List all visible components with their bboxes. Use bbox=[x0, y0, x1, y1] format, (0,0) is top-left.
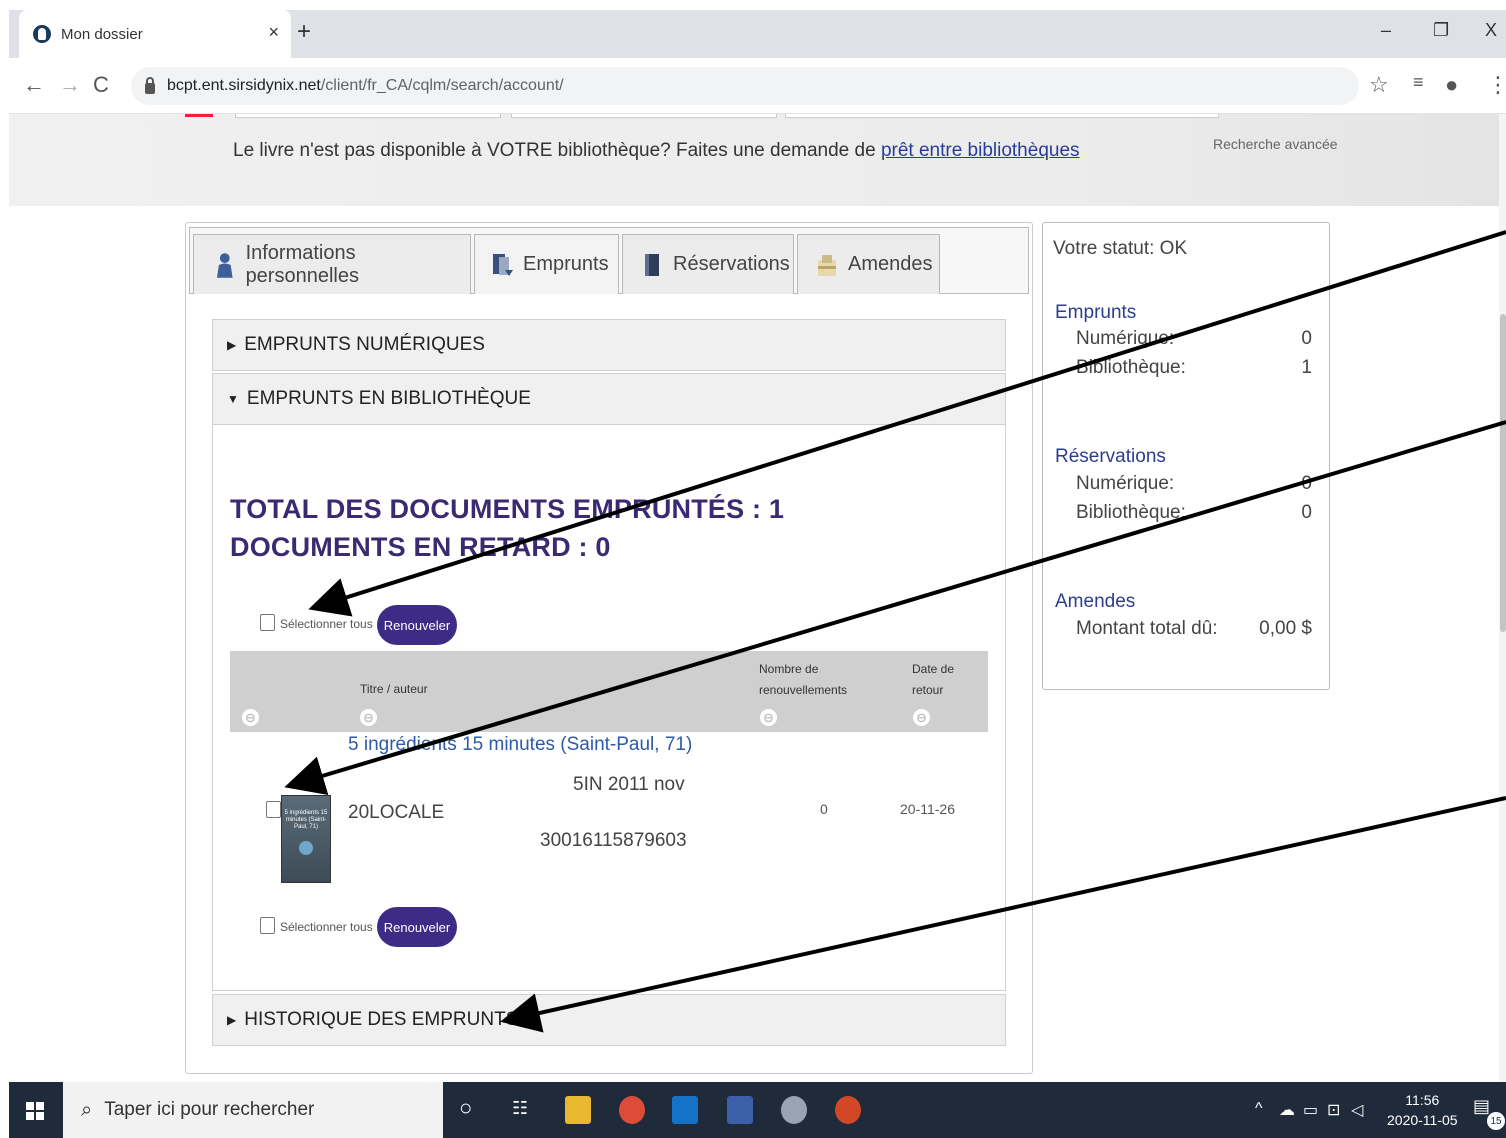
search-icon: ⌕ bbox=[81, 1098, 93, 1121]
taskbar-search-placeholder: Taper ici pour rechercher bbox=[104, 1099, 315, 1120]
chrome-icon[interactable] bbox=[619, 1096, 645, 1124]
arrow-to-select-all bbox=[308, 230, 1506, 617]
clock-time: 11:56 bbox=[1405, 1092, 1440, 1108]
clock-date: 2020-11-05 bbox=[1387, 1112, 1458, 1128]
windows-taskbar: ⌕ Taper ici pour rechercher ○ ☷ ^ ☁ ▭ ⊡ … bbox=[9, 1082, 1506, 1138]
taskbar-search[interactable]: ⌕ Taper ici pour rechercher bbox=[63, 1082, 443, 1138]
network-icon[interactable]: ⊡ bbox=[1327, 1100, 1340, 1120]
tray-chevron-icon[interactable]: ^ bbox=[1255, 1100, 1263, 1118]
windows-start-icon[interactable] bbox=[26, 1102, 44, 1120]
screen: Mon dossier × + – ❐ X ← → C bcpt.ent.sir… bbox=[0, 0, 1506, 1138]
arrow-to-item-checkbox bbox=[284, 420, 1506, 795]
paint-icon[interactable] bbox=[781, 1096, 807, 1124]
notifications-icon[interactable]: ▤ bbox=[1473, 1096, 1490, 1117]
arrow-to-history bbox=[500, 796, 1506, 1033]
cortana-icon[interactable]: ○ bbox=[459, 1095, 472, 1121]
outlook-icon[interactable] bbox=[672, 1096, 698, 1124]
annotation-arrows bbox=[284, 230, 1506, 1033]
powerpoint-icon[interactable] bbox=[835, 1096, 861, 1124]
volume-icon[interactable]: ◁ bbox=[1351, 1100, 1363, 1120]
file-explorer-icon[interactable] bbox=[565, 1096, 591, 1124]
taskbar-clock[interactable]: 11:56 2020-11-05 bbox=[1387, 1090, 1458, 1130]
onedrive-icon[interactable]: ☁ bbox=[1279, 1100, 1295, 1120]
battery-icon[interactable]: ▭ bbox=[1303, 1100, 1318, 1120]
task-view-icon[interactable]: ☷ bbox=[512, 1098, 528, 1119]
remote-app-icon[interactable] bbox=[727, 1096, 753, 1124]
notification-count-badge: 15 bbox=[1487, 1112, 1505, 1130]
